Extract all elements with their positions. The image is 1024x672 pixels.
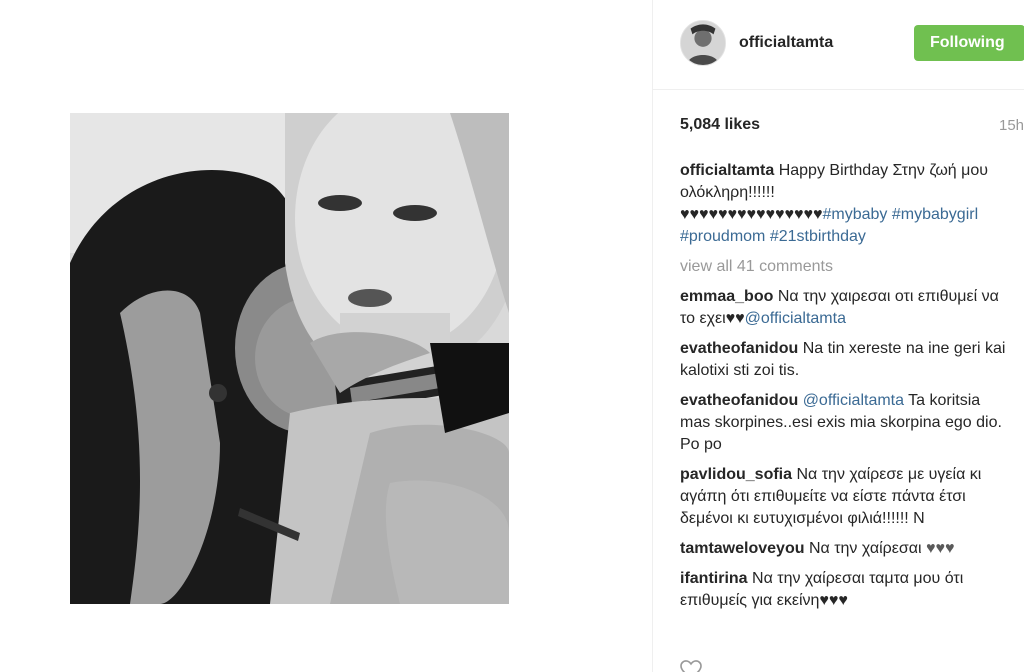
comment-username[interactable]: evatheofanidou [680,392,798,409]
comment-username[interactable]: ifantirina [680,570,748,587]
comment-item: pavlidou_sofia Να την χαίρεσε με υγεία κ… [680,464,1010,530]
photo-illustration [70,113,509,604]
hashtag-link[interactable]: #mybaby [823,206,888,223]
comment-text: Να την χαίρεσαι [808,540,922,557]
caption: officialtamta Happy Birthday Στην ζωή μο… [680,160,1010,248]
comment-username[interactable]: evatheofanidou [680,340,798,357]
mention-link[interactable]: @officialtamta [745,310,846,327]
likes-count[interactable]: 5,084 likes [680,116,760,134]
comment-item: ifantirina Να την χαίρεσαι ταμτα μου ότι… [680,568,1010,612]
comment-item: evatheofanidou @officialtamta Ta koritsi… [680,390,1010,456]
comment-hearts: ♥♥♥ [926,540,955,557]
comment-username[interactable]: emmaa_boo [680,288,773,305]
caption-hearts: ♥♥♥♥♥♥♥♥♥♥♥♥♥♥♥ [680,206,823,223]
user-avatar[interactable] [680,20,726,66]
view-all-comments-link[interactable]: view all 41 comments [680,256,1010,278]
mention-link[interactable]: @officialtamta [803,392,904,409]
hashtag-link[interactable]: #proudmom [680,228,765,245]
post-actions [680,660,702,672]
heart-outline-icon[interactable] [680,660,702,672]
hashtag-link[interactable]: #mybabygirl [892,206,978,223]
comment-item: tamtaweloveyou Να την χαίρεσαι ♥♥♥ [680,538,1010,560]
post-photo[interactable] [70,113,509,604]
comments-section: officialtamta Happy Birthday Στην ζωή μο… [680,160,1010,620]
following-button[interactable]: Following [914,25,1024,61]
post-timestamp[interactable]: 15h [999,117,1024,134]
comment-hearts: ♥♥ [725,310,745,327]
comment-username[interactable]: pavlidou_sofia [680,466,792,483]
comment-username[interactable]: tamtaweloveyou [680,540,804,557]
media-pane [0,0,652,672]
post-username[interactable]: officialtamta [739,34,833,52]
post-header: officialtamta Following [653,0,1024,90]
caption-username[interactable]: officialtamta [680,162,774,179]
post-sidebar: officialtamta Following 5,084 likes 15h … [652,0,1024,672]
hashtag-link[interactable]: #21stbirthday [770,228,866,245]
comment-item: evatheofanidou Na tin xereste na ine ger… [680,338,1010,382]
comment-item: emmaa_boo Να την χαιρεσαι οτι επιθυμεί ν… [680,286,1010,330]
